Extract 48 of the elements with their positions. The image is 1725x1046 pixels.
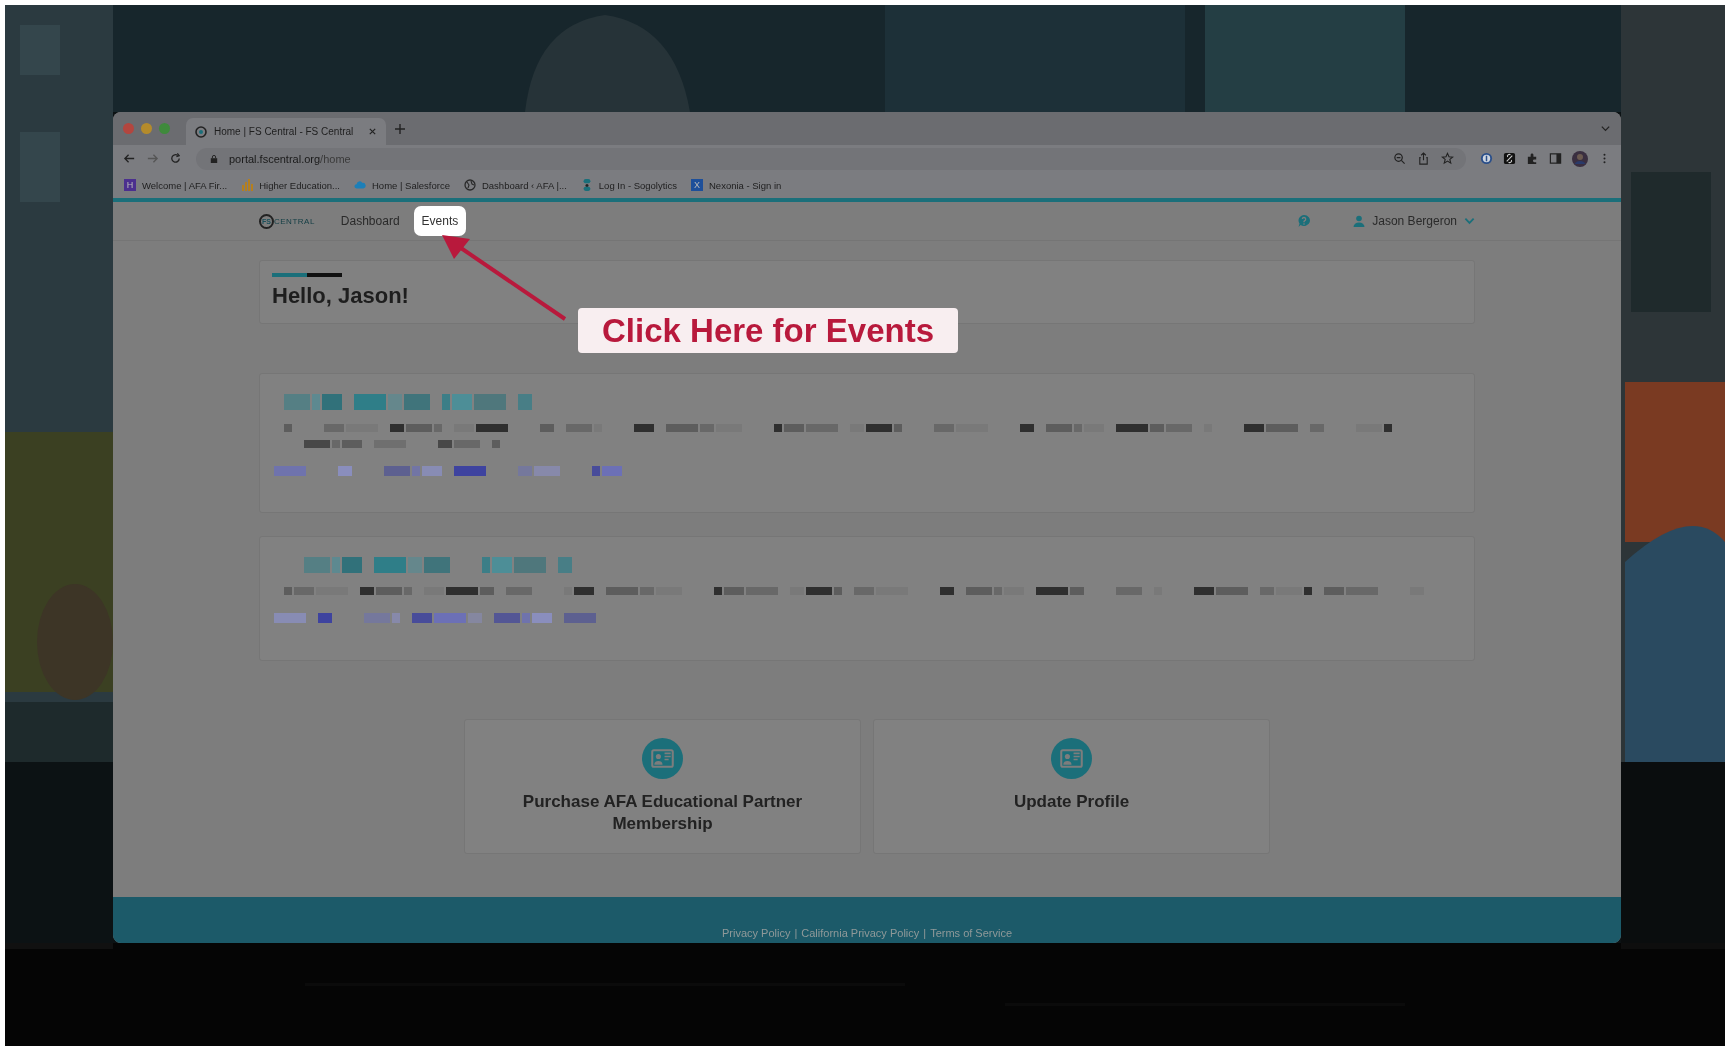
id-card-icon [1051, 738, 1092, 779]
minimize-dot[interactable] [141, 123, 152, 134]
bookmark[interactable]: Home | Salesforce [354, 179, 450, 191]
footer-link[interactable]: Terms of Service [930, 927, 1013, 939]
action-card[interactable]: Purchase AFA Educational Partner Membership [464, 719, 861, 854]
chevron-down-icon[interactable] [1600, 123, 1611, 134]
browser-tab[interactable]: Home | FS Central - FS Central [186, 118, 386, 145]
address-bar[interactable]: portal.fscentral.org/home [196, 147, 1466, 170]
letter-icon: X [691, 179, 703, 191]
lock-icon [210, 153, 218, 164]
back-icon[interactable] [123, 152, 136, 165]
annotation-label: Click Here for Events [578, 308, 958, 353]
nav-link[interactable]: Dashboard [332, 206, 408, 236]
circle-logo-icon [195, 125, 207, 138]
user-menu[interactable]: Jason Bergeron [1353, 214, 1475, 228]
separator: | [794, 927, 798, 939]
avatar-icon[interactable] [1572, 150, 1588, 167]
bookmark[interactable]: Dashboard ‹ AFA |... [463, 179, 567, 191]
action-card[interactable]: Update Profile [873, 719, 1270, 854]
password-manager-icon[interactable] [1480, 152, 1493, 165]
greeting: Hello, Jason! [272, 283, 410, 309]
puzzle-icon[interactable] [1526, 152, 1539, 165]
bookmark[interactable]: Log In - Sogolytics [580, 179, 677, 191]
person-icon [1353, 215, 1366, 227]
close-icon[interactable] [368, 127, 377, 136]
id-card-icon [642, 738, 683, 779]
side-panel-icon[interactable] [1549, 152, 1562, 165]
share-icon[interactable] [1417, 152, 1430, 165]
action-label: Purchase AFA Educational Partner Membership [521, 791, 804, 835]
footer-link[interactable]: California Privacy Policy [801, 927, 920, 939]
new-tab-icon[interactable] [394, 122, 406, 135]
bookmark[interactable]: X Nexonia - Sign in [691, 179, 782, 191]
bookmark[interactable]: H Welcome | AFA Fir... [124, 179, 228, 191]
bookmark[interactable]: Higher Education... [241, 179, 340, 191]
star-icon[interactable] [1441, 152, 1454, 165]
close-dot[interactable] [123, 123, 134, 134]
letter-icon: H [124, 179, 136, 191]
accent-bar [272, 273, 342, 277]
zoom-icon[interactable] [1393, 152, 1406, 165]
nav-link[interactable]: Events [413, 206, 467, 236]
footer-link[interactable]: Privacy Policy [721, 927, 791, 939]
link-icon[interactable] [1503, 152, 1516, 165]
separator: | [923, 927, 927, 939]
zoom-dot[interactable] [159, 123, 170, 134]
reload-icon[interactable] [169, 152, 182, 165]
forward-icon[interactable] [146, 152, 159, 165]
chevron-down-icon [1464, 217, 1475, 225]
action-label: Update Profile [1012, 791, 1131, 813]
